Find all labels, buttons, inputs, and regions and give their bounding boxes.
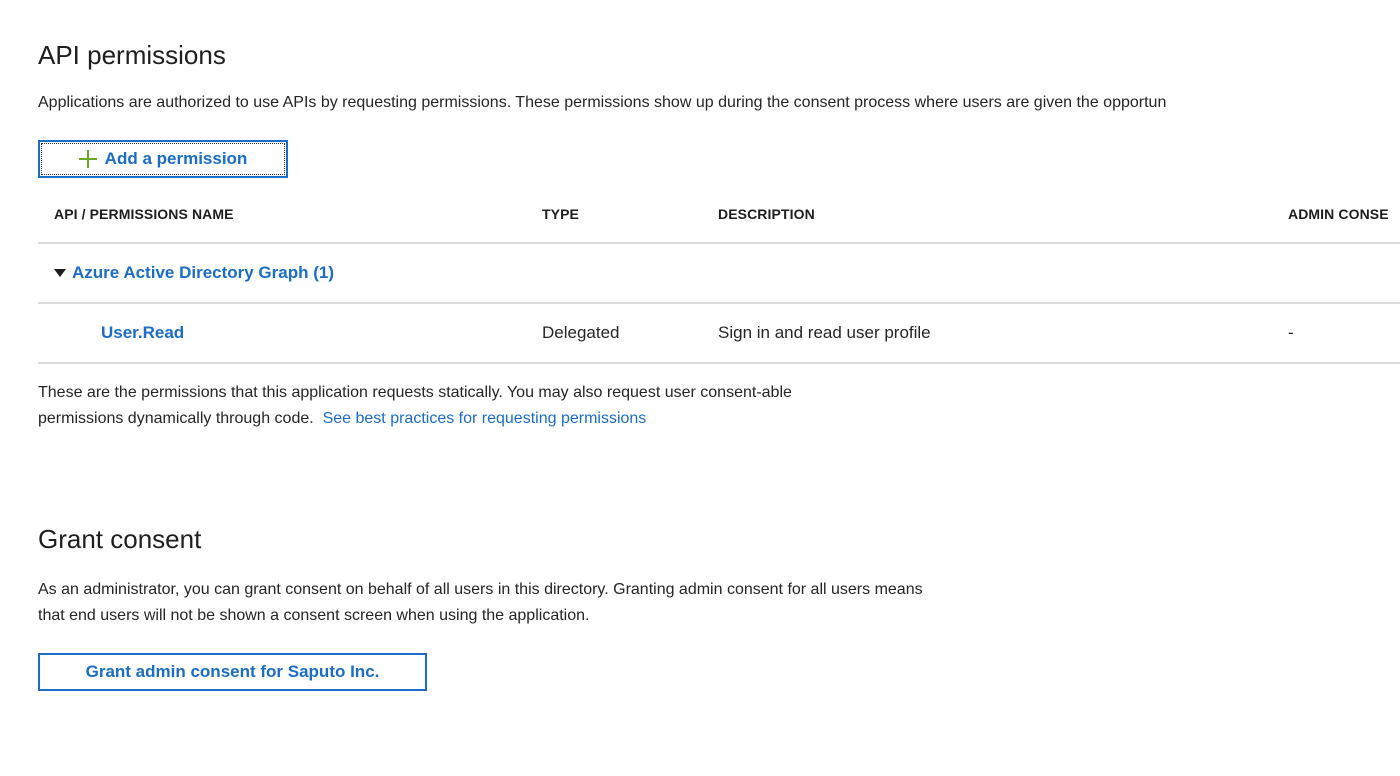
group-cell: Azure Active Directory Graph (1) [54, 244, 334, 302]
add-permission-label: Add a permission [104, 149, 248, 168]
api-permissions-title: API permissions [38, 40, 226, 70]
permission-description: Sign in and read user profile [718, 323, 931, 342]
footnote-line-1: These are the permissions that this appl… [38, 384, 792, 401]
api-permissions-description: Applications are authorized to use APIs … [38, 94, 1167, 111]
table-header-row: API / PERMISSIONS NAME TYPE DESCRIPTION … [38, 186, 1400, 244]
table-row: User.Read Delegated Sign in and read use… [38, 304, 1400, 364]
permissions-footnote: These are the permissions that this appl… [38, 380, 792, 432]
grant-consent-title: Grant consent [38, 524, 202, 554]
footnote-text: permissions dynamically through code. [38, 410, 319, 427]
footnote-line-2: permissions dynamically through code. Se… [38, 406, 792, 432]
permission-name-link[interactable]: User.Read [101, 304, 184, 362]
permission-admin-consent: - [1288, 323, 1294, 342]
plus-icon [78, 150, 97, 168]
column-header-description[interactable]: DESCRIPTION [718, 186, 815, 242]
best-practices-link[interactable]: See best practices for requesting permis… [323, 410, 647, 427]
grant-consent-line-1: As an administrator, you can grant conse… [38, 581, 923, 598]
permission-type: Delegated [542, 323, 620, 342]
column-header-admin-consent[interactable]: ADMIN CONSE [1288, 186, 1389, 242]
permissions-table: API / PERMISSIONS NAME TYPE DESCRIPTION … [38, 186, 1400, 364]
group-label: Azure Active Directory Graph (1) [72, 263, 334, 282]
grant-admin-consent-label: Grant admin consent for Saputo Inc. [85, 662, 380, 681]
grant-consent-description: As an administrator, you can grant conse… [38, 577, 923, 629]
column-header-name[interactable]: API / PERMISSIONS NAME [54, 186, 234, 242]
grant-admin-consent-button[interactable]: Grant admin consent for Saputo Inc. [38, 653, 427, 691]
add-permission-button[interactable]: Add a permission [38, 140, 288, 178]
group-row: Azure Active Directory Graph (1) [38, 244, 1400, 304]
grant-consent-line-2: that end users will not be shown a conse… [38, 607, 590, 624]
column-header-type[interactable]: TYPE [542, 186, 579, 242]
caret-down-icon [54, 269, 66, 277]
group-toggle-azure-ad-graph[interactable]: Azure Active Directory Graph (1) [54, 263, 334, 283]
